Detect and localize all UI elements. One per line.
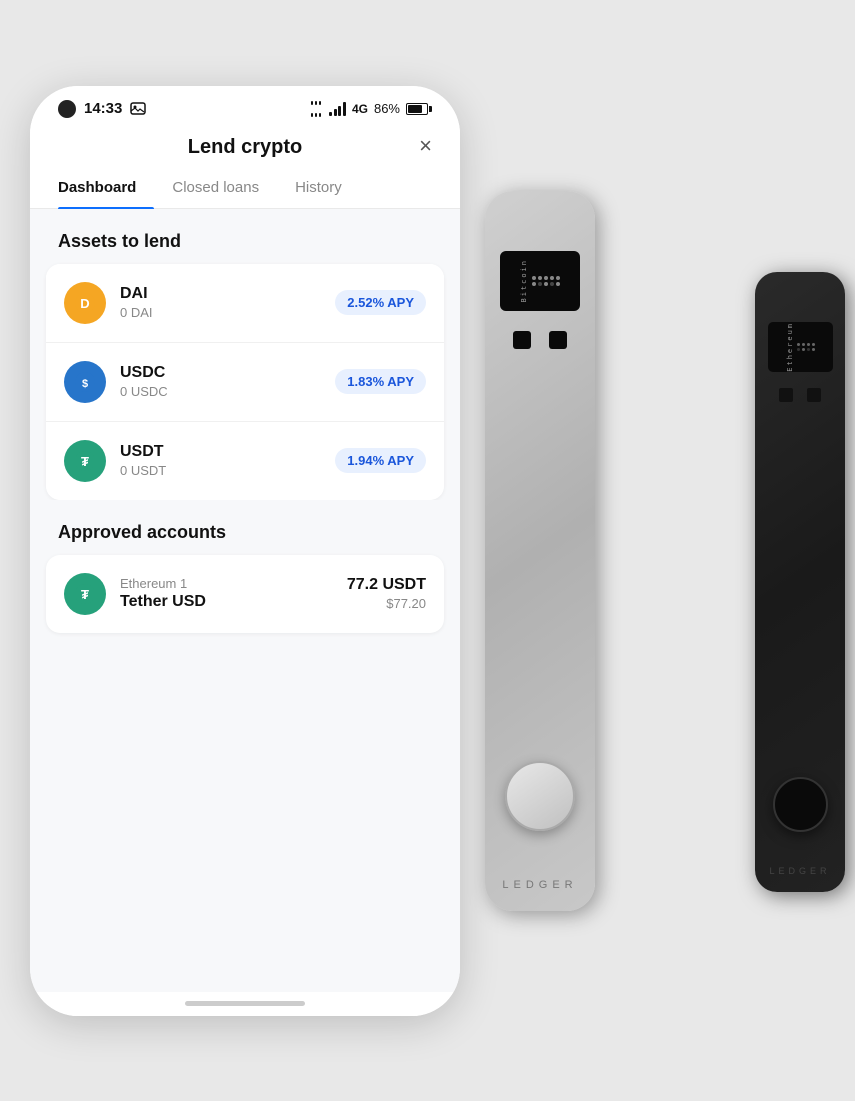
account-name: Tether USD bbox=[120, 593, 347, 611]
asset-row-usdc[interactable]: $ USDC 0 USDC 1.83% APY bbox=[46, 343, 444, 422]
usdt-name: USDT bbox=[120, 443, 335, 461]
asset-row-usdt[interactable]: ₮ USDT 0 USDT 1.94% APY bbox=[46, 422, 444, 500]
nano-main-button-silver[interactable] bbox=[505, 761, 575, 831]
home-indicator bbox=[30, 992, 460, 1016]
app-title: Lend crypto bbox=[188, 136, 302, 159]
approved-row-tether[interactable]: ₮ Ethereum 1 Tether USD 77.2 USDT $77.20 bbox=[46, 555, 444, 633]
tab-history[interactable]: History bbox=[277, 167, 360, 208]
nano-label-silver: LEDGER bbox=[502, 875, 577, 891]
status-bar: 14:33 bbox=[30, 86, 460, 126]
image-icon bbox=[130, 102, 146, 116]
battery-percent: 86% bbox=[374, 101, 400, 116]
tab-bar: Dashboard Closed loans History bbox=[30, 167, 460, 209]
usdt-info: USDT 0 USDT bbox=[120, 443, 335, 478]
tab-dashboard[interactable]: Dashboard bbox=[58, 167, 154, 208]
dai-icon: D bbox=[64, 282, 106, 324]
nano-screen-silver: Bitcoin bbox=[500, 251, 580, 311]
status-time: 14:33 bbox=[84, 100, 122, 117]
network-label: 4G bbox=[352, 102, 368, 116]
main-content: Assets to lend D DAI 0 DAI 2.52% APY bbox=[30, 209, 460, 992]
tether-account-info: Ethereum 1 Tether USD bbox=[120, 576, 347, 611]
usdt-apy: 1.94% APY bbox=[335, 448, 426, 473]
amount-usd: $77.20 bbox=[347, 596, 426, 611]
ledger-nano-side: Ethereum LEDGER bbox=[755, 272, 845, 892]
usdc-balance: 0 USDC bbox=[120, 384, 335, 399]
status-left: 14:33 bbox=[58, 100, 146, 118]
asset-row-dai[interactable]: D DAI 0 DAI 2.52% APY bbox=[46, 264, 444, 343]
usdt-balance: 0 USDT bbox=[120, 463, 335, 478]
dai-name: DAI bbox=[120, 285, 335, 303]
usdc-icon: $ bbox=[64, 361, 106, 403]
vibrate-icon bbox=[309, 101, 323, 117]
nano-main-button-black[interactable] bbox=[773, 777, 828, 832]
usdc-name: USDC bbox=[120, 364, 335, 382]
approved-list: ₮ Ethereum 1 Tether USD 77.2 USDT $77.20 bbox=[46, 555, 444, 633]
usdt-icon: ₮ bbox=[64, 440, 106, 482]
svg-text:D: D bbox=[80, 296, 89, 311]
dai-info: DAI 0 DAI bbox=[120, 285, 335, 320]
close-button[interactable]: × bbox=[419, 133, 432, 159]
app-header: Lend crypto × bbox=[30, 126, 460, 167]
signal-icon bbox=[329, 102, 346, 116]
account-label: Ethereum 1 bbox=[120, 576, 347, 591]
battery-icon bbox=[406, 103, 432, 115]
svg-text:$: $ bbox=[82, 378, 88, 390]
nano-body-silver: Bitcoin bbox=[485, 191, 595, 911]
svg-text:₮: ₮ bbox=[81, 454, 89, 469]
nano-screen-black: Ethereum bbox=[768, 322, 833, 372]
ledger-devices: Bitcoin bbox=[455, 0, 855, 1101]
usdc-info: USDC 0 USDC bbox=[120, 364, 335, 399]
ledger-nano-front: Bitcoin bbox=[485, 191, 595, 911]
svg-text:₮: ₮ bbox=[81, 587, 89, 602]
assets-section-title: Assets to lend bbox=[30, 209, 460, 264]
phone-screen: 14:33 bbox=[30, 86, 460, 1016]
amount-usdt: 77.2 USDT bbox=[347, 576, 426, 594]
tab-closed-loans[interactable]: Closed loans bbox=[154, 167, 277, 208]
nano-label-black: LEDGER bbox=[769, 865, 830, 877]
status-right: 4G 86% bbox=[309, 101, 432, 117]
home-bar bbox=[185, 1001, 305, 1006]
dai-balance: 0 DAI bbox=[120, 305, 335, 320]
assets-list: D DAI 0 DAI 2.52% APY $ bbox=[46, 264, 444, 500]
tether-account-icon: ₮ bbox=[64, 573, 106, 615]
tether-amount: 77.2 USDT $77.20 bbox=[347, 576, 426, 611]
camera-icon bbox=[58, 100, 76, 118]
nano-body-black: Ethereum LEDGER bbox=[755, 272, 845, 892]
approved-section-title: Approved accounts bbox=[30, 500, 460, 555]
usdc-apy: 1.83% APY bbox=[335, 369, 426, 394]
phone-mockup: 14:33 bbox=[0, 0, 490, 1101]
dai-apy: 2.52% APY bbox=[335, 290, 426, 315]
